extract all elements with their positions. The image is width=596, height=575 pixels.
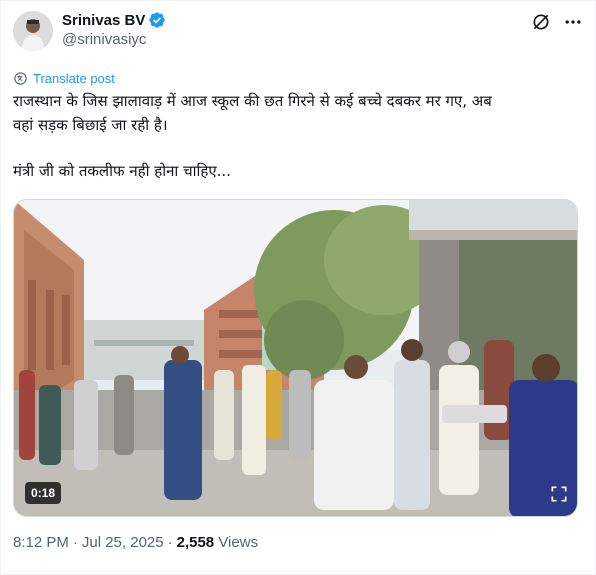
expand-icon[interactable] — [549, 484, 569, 504]
meta-separator: · — [72, 534, 78, 551]
grok-slash-icon[interactable] — [531, 12, 551, 32]
video-thumbnail — [14, 200, 577, 516]
views-count[interactable]: 2,558 — [177, 534, 215, 551]
video-player[interactable] — [13, 199, 578, 517]
video-timecode: 0:18 — [25, 482, 62, 504]
author-avatar[interactable] — [13, 11, 53, 51]
post-meta: 8:12 PM · Jul 25, 2025 · 2,558 Views — [13, 534, 258, 551]
post-date[interactable]: Jul 25, 2025 — [82, 534, 164, 551]
meta-separator-2: · — [167, 534, 173, 551]
tweet-card: Srinivas BV @srinivasiyc Translate post … — [0, 0, 596, 575]
author-name[interactable]: Srinivas BV — [62, 12, 145, 29]
translate-post-link[interactable]: Translate post — [13, 69, 115, 87]
views-label: Views — [218, 534, 259, 551]
post-time[interactable]: 8:12 PM — [13, 534, 69, 551]
verified-badge-icon[interactable] — [148, 11, 166, 29]
profile-photo-icon — [13, 11, 53, 51]
more-dots-icon[interactable] — [563, 12, 583, 32]
tweet-line-3: मंत्री जी को तकलीफ नही होना चाहिए... — [13, 162, 231, 180]
translate-label: Translate post — [33, 70, 115, 86]
translate-icon — [14, 71, 27, 85]
tweet-line-1: राजस्थान के जिस झालावाड़ में आज स्कूल की… — [13, 92, 492, 110]
tweet-text: राजस्थान के जिस झालावाड़ में आज स्कूल की… — [13, 89, 583, 183]
tweet-line-2: वहां सड़क बिछाई जा रही है। — [13, 116, 168, 134]
author-handle[interactable]: @srinivasiyc — [62, 31, 146, 48]
